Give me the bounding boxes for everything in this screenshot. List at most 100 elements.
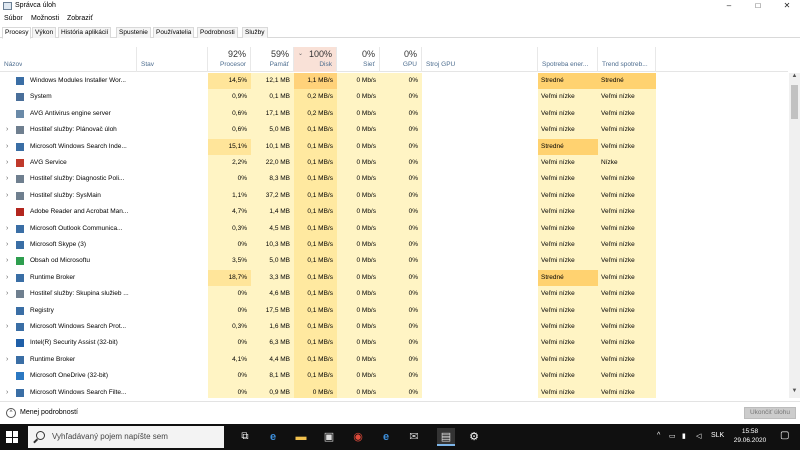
expand-chevron-icon[interactable]: › xyxy=(6,286,8,302)
power-usage-value: Veľmi nízke xyxy=(538,319,598,336)
process-name: Hostiteľ služby: Plánovač úloh xyxy=(30,126,117,134)
expand-chevron-icon[interactable]: › xyxy=(6,352,8,368)
search-icon xyxy=(36,431,45,440)
network-icon[interactable]: ▭ xyxy=(669,432,676,440)
expand-chevron-icon[interactable]: › xyxy=(6,221,8,237)
tab-app-history[interactable]: História aplikácií xyxy=(58,27,112,38)
menu-file[interactable]: Súbor xyxy=(4,15,23,22)
table-row[interactable]: System 0,9% 0,1 MB 0,2 MB/s 0 Mb/s 0% Veľmi ní… xyxy=(0,89,788,106)
scrollbar-track[interactable] xyxy=(789,73,800,398)
expand-chevron-icon[interactable]: › xyxy=(6,385,8,398)
expand-chevron-icon[interactable]: › xyxy=(6,139,8,155)
table-row[interactable]: › Microsoft Outlook Communica... 0,3% 4,5 M… xyxy=(0,220,788,237)
column-power-usage[interactable]: Spotreba ener... xyxy=(538,47,598,72)
task-view-icon[interactable]: ⧉ xyxy=(236,428,254,446)
chevron-up-icon[interactable]: ^ xyxy=(6,408,16,418)
column-gpu-engine[interactable]: Stroj GPU xyxy=(422,47,538,72)
cpu-value: 0% xyxy=(208,286,251,303)
internet-explorer-icon[interactable]: e xyxy=(377,428,395,446)
table-row[interactable]: › Microsoft Windows Search Inde... 15,1% 10… xyxy=(0,138,788,155)
table-row[interactable]: › Runtime Broker 4,1% 4,4 MB 0,1 MB/s 0 Mb/s 0… xyxy=(0,351,788,369)
table-row[interactable]: › Runtime Broker 18,7% 3,3 MB 0,1 MB/s 0 Mb/s… xyxy=(0,269,788,287)
outlook-icon xyxy=(16,224,24,233)
table-row[interactable]: › Hostiteľ služby: SysMain 1,1% 37,2 MB 0,1 … xyxy=(0,187,788,205)
gpu-value: 0% xyxy=(380,319,422,336)
store-icon[interactable]: ▣ xyxy=(320,428,338,446)
power-trend-value: Veľmi nízke xyxy=(598,171,656,188)
scroll-down-icon[interactable]: ▼ xyxy=(789,388,800,398)
tab-services[interactable]: Služby xyxy=(242,27,268,38)
table-row[interactable]: › Microsoft Skype (3) 0% 10,3 MB 0,1 MB/s 0 M… xyxy=(0,237,788,254)
expand-chevron-icon[interactable]: › xyxy=(6,188,8,204)
expand-chevron-icon[interactable]: › xyxy=(6,155,8,171)
column-memory[interactable]: 59% Pamäť xyxy=(251,47,294,72)
tab-startup[interactable]: Spustenie xyxy=(116,27,151,38)
network-value: 0 Mb/s xyxy=(337,253,380,270)
memory-value: 1,4 MB xyxy=(251,204,294,221)
expand-chevron-icon[interactable]: › xyxy=(6,122,8,138)
expand-chevron-icon[interactable]: › xyxy=(6,171,8,187)
notifications-icon[interactable]: ▢ xyxy=(780,430,789,441)
minimize-button[interactable]: – xyxy=(716,0,742,13)
table-row[interactable]: › AVG Service 2,2% 22,0 MB 0,1 MB/s 0 Mb/s 0% V… xyxy=(0,155,788,172)
table-row[interactable]: › Hostiteľ služby: Diagnostic Poli... 0% 8,… xyxy=(0,171,788,188)
column-disk[interactable]: ⌄ 100% Disk xyxy=(294,47,337,72)
expand-chevron-icon[interactable]: › xyxy=(6,253,8,269)
file-explorer-icon[interactable]: ▬ xyxy=(292,428,310,446)
edge-icon[interactable]: e xyxy=(264,428,282,446)
tab-performance[interactable]: Výkon xyxy=(32,27,57,38)
column-name[interactable]: Názov xyxy=(0,47,137,72)
column-power-trend[interactable]: Trend spotreb... xyxy=(598,47,656,72)
expand-chevron-icon[interactable]: › xyxy=(6,270,8,286)
battery-icon[interactable]: ▮ xyxy=(682,432,686,440)
expand-chevron-icon[interactable]: › xyxy=(6,237,8,253)
column-gpu[interactable]: 0% GPU xyxy=(380,47,422,72)
end-task-button[interactable]: Ukončiť úlohu xyxy=(744,407,796,419)
maximize-button[interactable]: □ xyxy=(745,0,771,13)
table-row[interactable]: Microsoft OneDrive (32-bit) 0% 8,1 MB 0,1 M… xyxy=(0,368,788,385)
language-indicator[interactable]: SLK xyxy=(711,432,724,439)
windows-start-icon[interactable] xyxy=(6,431,18,443)
table-row[interactable]: › Microsoft Windows Search Prot... 0,3% 1,6… xyxy=(0,319,788,336)
network-value: 0 Mb/s xyxy=(337,204,380,221)
clock[interactable]: 15:58 29.06.2020 xyxy=(725,427,775,445)
gpu-engine-value xyxy=(422,253,538,269)
disk-value: 0,1 MB/s xyxy=(294,204,337,221)
table-row[interactable]: › Hostiteľ služby: Skupina služieb ... 0% 4… xyxy=(0,286,788,303)
gpu-value: 0% xyxy=(380,269,422,287)
table-row[interactable]: AVG Antivirus engine server 0,6% 17,1 MB 0,… xyxy=(0,105,788,123)
close-button[interactable]: ✕ xyxy=(774,0,800,13)
scrollbar-thumb[interactable] xyxy=(791,85,798,119)
power-trend-value: Veľmi nízke xyxy=(598,253,656,270)
chrome-icon[interactable]: ◉ xyxy=(349,428,367,446)
table-row[interactable]: › Hostiteľ služby: Plánovač úloh 0,6% 5,0 M… xyxy=(0,122,788,139)
taskbar-search-box[interactable]: Vyhľadávaný pojem napíšte sem xyxy=(28,426,224,448)
table-row[interactable]: Registry 0% 17,5 MB 0,1 MB/s 0 Mb/s 0% Veľmi n… xyxy=(0,302,788,319)
expand-chevron-icon[interactable]: › xyxy=(6,319,8,335)
cpu-value: 0% xyxy=(208,302,251,319)
table-row[interactable]: Adobe Reader and Acrobat Man... 4,7% 1,4 M… xyxy=(0,204,788,221)
power-usage-value: Veľmi nízke xyxy=(538,351,598,369)
menu-view[interactable]: Zobraziť xyxy=(67,15,93,22)
scroll-up-icon[interactable]: ▲ xyxy=(789,73,800,83)
title-bar: Správca úloh – □ ✕ xyxy=(0,0,800,13)
gpu-value: 0% xyxy=(380,384,422,398)
menu-options[interactable]: Možnosti xyxy=(31,15,59,22)
process-name: Runtime Broker xyxy=(30,273,76,281)
column-status[interactable]: Stav xyxy=(137,47,208,72)
mail-icon[interactable]: ✉ xyxy=(405,428,423,446)
table-row[interactable]: › Obsah od Microsoftu 3,5% 5,0 MB 0,1 MB/s 0 … xyxy=(0,253,788,270)
task-manager-taskbar-icon[interactable]: ▤ xyxy=(437,428,455,446)
settings-gear-icon[interactable]: ⚙ xyxy=(465,428,483,446)
table-row[interactable]: Intel(R) Security Assist (32-bit) 0% 6,3 M… xyxy=(0,335,788,352)
tray-chevron-icon[interactable]: ^ xyxy=(657,432,660,439)
tab-users[interactable]: Používatelia xyxy=(153,27,195,38)
tab-details[interactable]: Podrobnosti xyxy=(197,27,238,38)
table-row[interactable]: Windows Modules Installer Wor... 14,5% 12,… xyxy=(0,73,788,90)
fewer-details-link[interactable]: Menej podrobností xyxy=(20,409,78,416)
volume-icon[interactable]: ◁ xyxy=(696,432,701,440)
tab-processes[interactable]: Procesy xyxy=(2,27,32,39)
column-cpu[interactable]: 92% Procesor xyxy=(208,47,251,72)
table-row[interactable]: › Microsoft Windows Search Filte... 0% 0,9 … xyxy=(0,384,788,398)
column-network[interactable]: 0% Sieť xyxy=(337,47,380,72)
